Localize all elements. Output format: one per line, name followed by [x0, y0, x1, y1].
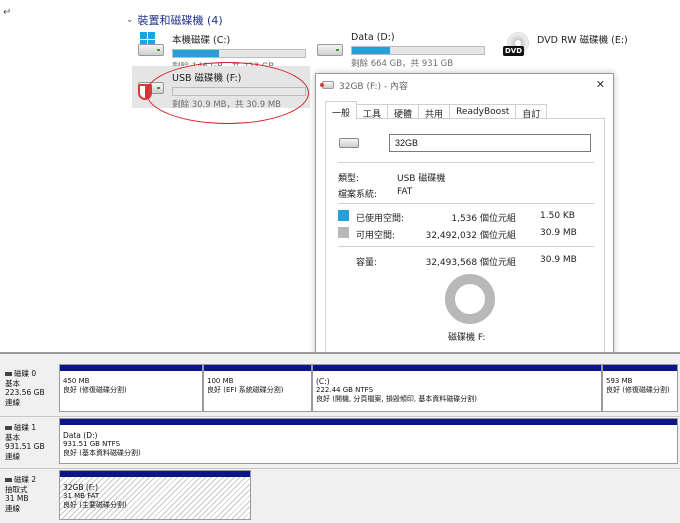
disk-row-1: 磁碟 1 基本 931.51 GB 連線 Data (D:) 931.51 GB…	[2, 418, 678, 464]
dialog-titlebar[interactable]: 32GB (F:) - 內容 ✕	[316, 74, 613, 96]
free-space-swatch	[338, 227, 349, 238]
disk-icon	[5, 372, 12, 376]
disk-row-0: 磁碟 0 基本 223.56 GB 連線 450 MB 良好 (修復磁碟分割) …	[2, 364, 678, 412]
type-value: USB 磁碟機	[397, 174, 446, 184]
drive-usage-bar-c	[172, 49, 306, 58]
drive-tile-e[interactable]: DVD DVD RW 磁碟機 (E:)	[503, 32, 628, 60]
used-space-bytes: 1,536 個位元組	[451, 214, 516, 224]
disk-label-1[interactable]: 磁碟 1 基本 931.51 GB 連線	[2, 418, 57, 461]
partition-2-0[interactable]: 32GB (F:) 31 MB FAT 良好 (主要磁碟分割)	[59, 470, 251, 520]
disk-icon	[5, 426, 12, 430]
disk-label-2[interactable]: 磁碟 2 抽取式 31 MB 連線	[2, 470, 57, 513]
close-icon[interactable]: ✕	[596, 78, 605, 91]
tab-general[interactable]: 一般	[325, 101, 358, 120]
drive-usage-bar-d	[351, 46, 485, 55]
drive-caption: 磁碟機 F:	[448, 333, 486, 343]
type-label: 類型:	[338, 174, 360, 184]
used-space-swatch	[338, 210, 349, 221]
chevron-down-icon: ⌄	[126, 15, 134, 25]
drive-name-e: DVD RW 磁碟機 (E:)	[537, 35, 628, 46]
capacity-bytes: 32,493,568 個位元組	[425, 258, 516, 268]
partition-1-0[interactable]: Data (D:) 931.51 GB NTFS 良好 (基本資料磁碟分割)	[59, 418, 678, 464]
windows-drive-icon	[136, 32, 166, 60]
usage-donut-chart	[445, 274, 495, 324]
partition-0-3[interactable]: 593 MB 良好 (修復磁碟分割)	[602, 364, 678, 412]
drive-name-d: Data (D:)	[351, 32, 395, 43]
drive-title-icon	[320, 81, 334, 89]
volume-name-input[interactable]	[389, 134, 591, 152]
devices-section-title: 裝置和磁碟機 (4)	[137, 14, 223, 27]
partition-0-0[interactable]: 450 MB 良好 (修復磁碟分割)	[59, 364, 203, 412]
filesystem-value: FAT	[397, 187, 413, 197]
divider	[338, 203, 594, 204]
drive-tile-d[interactable]: Data (D:) 剩餘 664 GB，共 931 GB	[315, 32, 485, 69]
partition-0-2[interactable]: (C:) 222.44 GB NTFS 良好 (開機, 分頁檔案, 損毀傾印, …	[312, 364, 602, 412]
disk-management-pane: 磁碟 0 基本 223.56 GB 連線 450 MB 良好 (修復磁碟分割) …	[0, 352, 680, 523]
dialog-title: 32GB (F:) - 內容	[339, 81, 408, 92]
free-space-bytes: 32,492,032 個位元組	[425, 231, 516, 241]
drive-free-d: 剩餘 664 GB，共 931 GB	[351, 59, 454, 69]
divider	[338, 162, 594, 163]
row-divider	[0, 416, 680, 417]
disk-row-2: 磁碟 2 抽取式 31 MB 連線 32GB (F:) 31 MB FAT 良好…	[2, 470, 678, 520]
drive-name-c: 本機磁碟 (C:)	[172, 35, 231, 46]
hard-drive-icon	[315, 32, 345, 60]
properties-dialog: 32GB (F:) - 內容 ✕ 一般 工具 硬體 共用 ReadyBoost …	[315, 73, 614, 356]
highlight-ellipse	[146, 62, 309, 124]
dvd-drive-icon: DVD	[503, 32, 531, 60]
used-space-label: 已使用空間:	[356, 214, 405, 224]
drive-icon	[339, 138, 359, 148]
used-space-size: 1.50 KB	[540, 211, 575, 221]
return-mark: ↵	[3, 7, 12, 18]
capacity-size: 30.9 MB	[540, 255, 577, 265]
partition-0-1[interactable]: 100 MB 良好 (EFI 系統磁碟分割)	[203, 364, 312, 412]
filesystem-label: 檔案系統:	[338, 190, 378, 200]
row-divider	[0, 468, 680, 469]
disk-icon	[5, 478, 12, 482]
disk-label-0[interactable]: 磁碟 0 基本 223.56 GB 連線	[2, 364, 57, 407]
devices-section-header[interactable]: ⌄ 裝置和磁碟機 (4)	[126, 12, 223, 28]
divider	[338, 246, 594, 247]
capacity-label: 容量:	[356, 258, 378, 268]
free-space-size: 30.9 MB	[540, 228, 577, 238]
free-space-label: 可用空間:	[356, 231, 396, 241]
